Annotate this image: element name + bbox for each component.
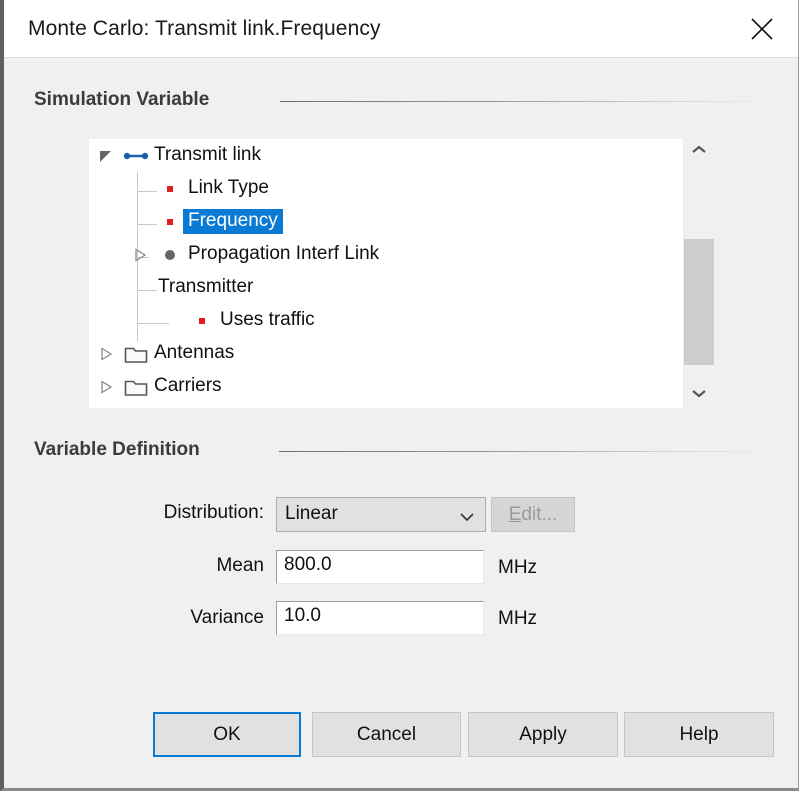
- variance-value: 10.0: [284, 605, 321, 626]
- collapsed-triangle-icon[interactable]: [97, 345, 115, 363]
- chevron-down-icon: [459, 510, 475, 528]
- apply-button[interactable]: Apply: [468, 712, 618, 757]
- expanded-triangle-icon[interactable]: [97, 147, 115, 165]
- tree-item-label: Transmitter: [158, 276, 254, 297]
- mean-label: Mean: [216, 555, 264, 576]
- tree-item-label: Antennas: [154, 342, 235, 363]
- variable-definition-rule: [279, 451, 775, 452]
- mean-input[interactable]: 800.0: [276, 550, 484, 584]
- distribution-label: Distribution:: [163, 502, 264, 523]
- tree-scrollbar[interactable]: [683, 139, 714, 408]
- tree-item-label: Link Type: [188, 177, 269, 198]
- tree-item-uses-traffic[interactable]: Uses traffic: [89, 304, 683, 337]
- distribution-value: Linear: [285, 503, 338, 524]
- tree-item-transmit-link[interactable]: Transmit link: [89, 139, 683, 172]
- page-title: Monte Carlo: Transmit link.Frequency: [28, 17, 381, 40]
- folder-icon: [123, 344, 149, 364]
- red-square-icon: [157, 212, 183, 232]
- title-bar: Monte Carlo: Transmit link.Frequency: [4, 0, 798, 58]
- tree-item-antennas[interactable]: Antennas: [89, 337, 683, 370]
- tree-item-label: Uses traffic: [220, 309, 315, 330]
- tree-item-propagation-interf-link[interactable]: Propagation Interf Link: [89, 238, 683, 271]
- tree-item-transmitter[interactable]: Transmitter: [89, 271, 683, 304]
- collapsed-triangle-icon[interactable]: [97, 378, 115, 396]
- simulation-variable-header: Simulation Variable: [34, 89, 210, 110]
- mean-value: 800.0: [284, 554, 332, 575]
- tree-item-frequency[interactable]: Frequency: [89, 205, 683, 238]
- tree-item-link-type[interactable]: Link Type: [89, 172, 683, 205]
- simulation-variable-rule: [280, 101, 775, 102]
- help-button[interactable]: Help: [624, 712, 774, 757]
- scroll-up-button[interactable]: [683, 139, 714, 165]
- scrollbar-thumb[interactable]: [684, 239, 714, 365]
- cancel-button[interactable]: Cancel: [312, 712, 461, 757]
- edit-mnemonic: E: [508, 503, 522, 525]
- tree-inner: Transmit link Link Type Frequency Propag…: [89, 139, 683, 408]
- tree-item-label: Carriers: [154, 375, 222, 396]
- edit-button-label: Edit...: [509, 504, 558, 526]
- chevron-down-icon: [691, 386, 707, 404]
- tree-item-label: Propagation Interf Link: [188, 243, 380, 264]
- edit-button[interactable]: Edit...: [491, 497, 575, 532]
- chevron-up-icon: [691, 143, 707, 161]
- monte-carlo-dialog: Monte Carlo: Transmit link.Frequency Sim…: [0, 0, 799, 791]
- left-accent-strip: [0, 58, 4, 81]
- folder-icon: [123, 377, 149, 397]
- collapsed-triangle-icon[interactable]: [131, 246, 149, 264]
- tree-item-label-selected: Frequency: [183, 209, 283, 234]
- variance-input[interactable]: 10.0: [276, 601, 484, 635]
- red-square-icon: [157, 179, 183, 199]
- tree-item-label: Transmit link: [154, 144, 261, 165]
- close-button[interactable]: [731, 0, 793, 56]
- mean-unit: MHz: [498, 557, 538, 578]
- variance-unit: MHz: [498, 608, 538, 629]
- distribution-select[interactable]: Linear: [276, 497, 486, 532]
- ok-button[interactable]: OK: [153, 712, 301, 757]
- simulation-variable-tree[interactable]: Transmit link Link Type Frequency Propag…: [89, 139, 683, 408]
- tree-item-carriers[interactable]: Carriers: [89, 370, 683, 403]
- edit-button-suffix: dit...: [521, 503, 558, 525]
- variance-label: Variance: [190, 607, 264, 628]
- gray-dot-icon: [157, 245, 183, 265]
- red-square-icon: [189, 311, 215, 331]
- scroll-down-button[interactable]: [683, 382, 714, 408]
- variable-definition-header: Variable Definition: [34, 439, 200, 460]
- link-icon: [123, 146, 149, 166]
